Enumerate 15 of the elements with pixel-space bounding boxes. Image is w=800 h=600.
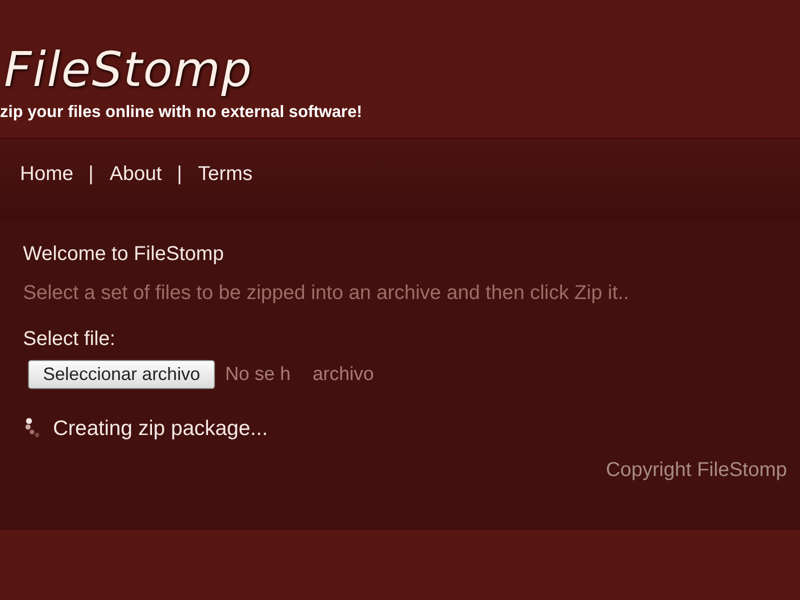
nav-separator: | (88, 163, 94, 186)
select-file-label: Select file: (23, 328, 116, 350)
tagline: zip your files online with no external software! (0, 102, 362, 122)
nav-link[interactable]: About (110, 163, 162, 186)
instructions-text: Select a set of files to be zipped into an archive and then click Zip it.. (23, 282, 629, 304)
file-status-text: archivo (312, 364, 374, 386)
site-logo: FileStomp (4, 41, 253, 100)
choose-file-button[interactable]: Seleccionar archivo (28, 360, 216, 389)
nav-link[interactable]: Home (20, 163, 74, 186)
copyright-text: Copyright FileStomp (606, 459, 787, 482)
progress-text: Creating zip package... (53, 417, 268, 441)
nav-link[interactable]: Terms (198, 163, 252, 186)
welcome-heading: Welcome to FileStomp (23, 243, 224, 265)
nav-separator: | (176, 163, 182, 186)
file-status-text: No se h (225, 364, 291, 386)
